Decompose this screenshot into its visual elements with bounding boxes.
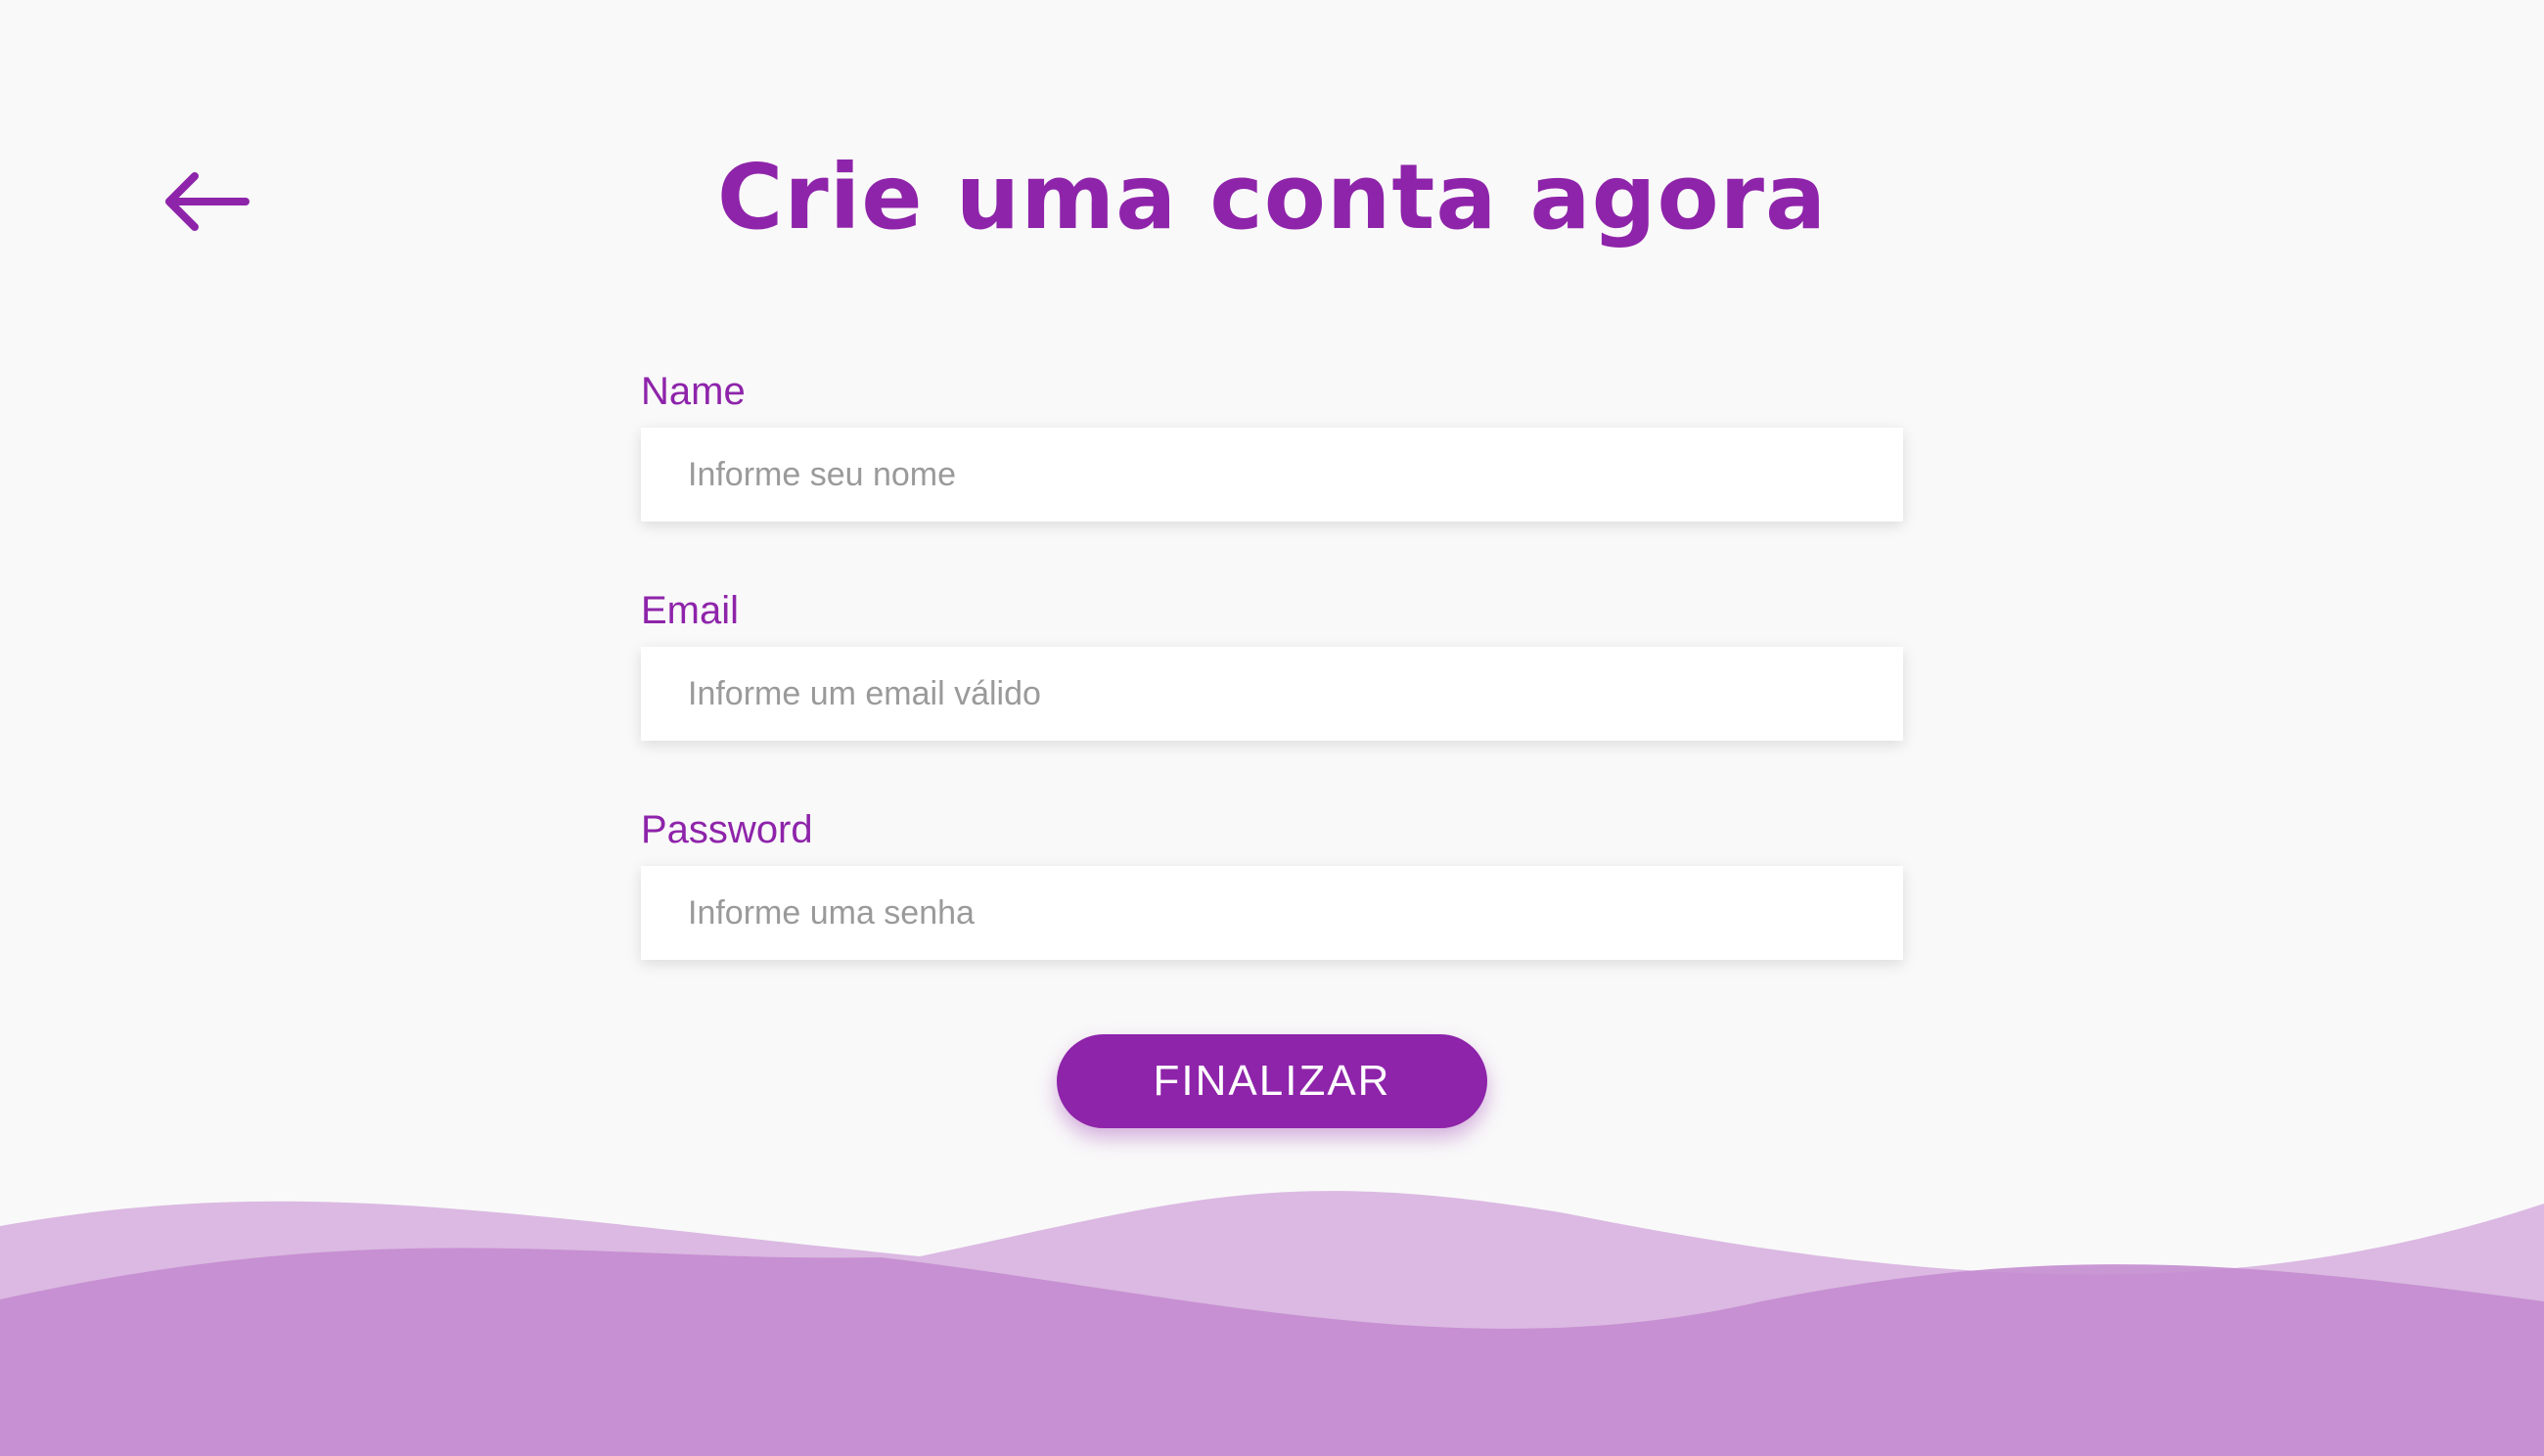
email-label: Email (641, 589, 740, 632)
email-field-group: Email (641, 586, 1903, 741)
name-label: Name (641, 370, 746, 413)
name-field-group: Name (641, 367, 1903, 522)
password-field-group: Password (641, 805, 1903, 960)
finalizar-button[interactable]: FINALIZAR (1057, 1034, 1487, 1128)
signup-form: Name Email Password (641, 367, 1903, 960)
decorative-waves (0, 1191, 2544, 1456)
name-input[interactable] (641, 428, 1903, 522)
password-label: Password (641, 808, 813, 851)
email-input[interactable] (641, 647, 1903, 741)
page-title: Crie uma conta agora (716, 145, 1828, 250)
password-input[interactable] (641, 866, 1903, 960)
